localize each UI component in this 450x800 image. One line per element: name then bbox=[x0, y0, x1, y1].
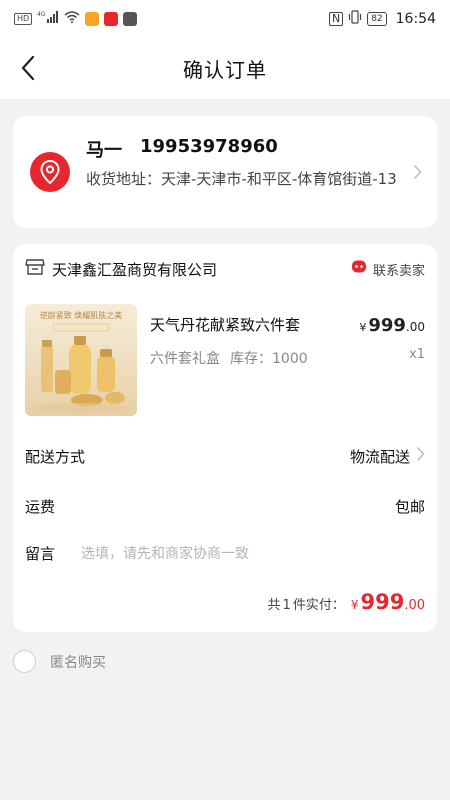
product-variant: 六件套礼盒 bbox=[150, 351, 220, 367]
delivery-method-value: 物流配送 bbox=[349, 447, 410, 466]
total-summary: 共 1 件实付： ¥ 999 .00 bbox=[268, 590, 425, 614]
shop-icon bbox=[25, 258, 45, 280]
battery-icon: 82 bbox=[367, 12, 387, 26]
app-notification-icon bbox=[123, 12, 138, 26]
price-currency-symbol: ¥ bbox=[359, 321, 367, 334]
vibrate-icon bbox=[348, 10, 362, 28]
wifi-icon bbox=[64, 11, 80, 27]
status-bar-right: N 82 16:54 bbox=[328, 10, 436, 28]
shipping-fee-value: 包邮 bbox=[394, 497, 425, 516]
total-count-prefix: 共 bbox=[267, 598, 281, 613]
contact-seller-label: 联系卖家 bbox=[372, 263, 425, 279]
chat-icon bbox=[351, 259, 367, 279]
contact-seller-button[interactable]: 联系卖家 bbox=[351, 259, 425, 279]
back-button[interactable] bbox=[12, 52, 44, 84]
product-image[interactable]: 逆龄紧致 焕耀肌肤之美 bbox=[25, 304, 137, 416]
total-integer: 999 bbox=[360, 590, 405, 614]
shipping-fee-label: 运费 bbox=[25, 497, 56, 516]
order-card: 天津鑫汇盈商贸有限公司 联系卖家 逆龄紧致 焕耀肌肤之美 天气丹花献紧致六件套 … bbox=[13, 244, 437, 632]
anonymous-radio[interactable] bbox=[13, 650, 36, 673]
chevron-right-icon bbox=[411, 164, 423, 180]
recipient-phone: 19953978960 bbox=[140, 136, 278, 157]
status-bar: HD 4G N 82 16:54 bbox=[0, 0, 450, 38]
page-title: 确认订单 bbox=[183, 58, 267, 82]
anonymous-purchase-option[interactable]: 匿名购买 bbox=[13, 650, 106, 673]
chevron-right-icon bbox=[416, 446, 425, 466]
app-notification-icon bbox=[104, 12, 119, 26]
total-count: 1 bbox=[282, 598, 291, 613]
address-text: 收货地址：天津-天津市-和平区-体育馆街道-13 bbox=[86, 170, 397, 188]
nfc-icon: N bbox=[328, 12, 344, 26]
location-pin-icon bbox=[30, 152, 70, 192]
shipping-fee-row: 运费 包邮 bbox=[25, 494, 425, 518]
hd-badge: HD bbox=[14, 13, 33, 25]
total-count-suffix: 件实付： bbox=[292, 598, 345, 613]
product-quantity: x1 bbox=[409, 347, 425, 362]
delivery-method-row[interactable]: 配送方式 物流配送 bbox=[25, 444, 425, 468]
product-image-caption: 逆龄紧致 焕耀肌肤之美 bbox=[40, 310, 123, 320]
price-integer: 999 bbox=[368, 315, 406, 336]
back-arrow-icon bbox=[21, 55, 35, 81]
total-currency-symbol: ¥ bbox=[350, 598, 359, 612]
anonymous-label: 匿名购买 bbox=[50, 654, 106, 671]
product-price: ¥ 999 .00 bbox=[359, 315, 425, 336]
nav-bar: 确认订单 bbox=[0, 38, 450, 100]
status-time: 16:54 bbox=[395, 11, 436, 27]
product-spec: 六件套礼盒 库存：1000 bbox=[150, 348, 308, 368]
note-label: 留言 bbox=[25, 544, 56, 563]
shop-info[interactable]: 天津鑫汇盈商贸有限公司 bbox=[25, 258, 217, 280]
shop-header: 天津鑫汇盈商贸有限公司 联系卖家 bbox=[25, 257, 425, 281]
status-bar-left: HD 4G bbox=[14, 11, 138, 27]
recipient-info: 马一 19953978960 bbox=[86, 136, 278, 162]
note-input[interactable]: 选填，请先和商家协商一致 bbox=[81, 543, 425, 563]
price-decimal: .00 bbox=[405, 320, 425, 334]
product-name: 天气丹花献紧致六件套 bbox=[150, 316, 301, 334]
shop-name: 天津鑫汇盈商贸有限公司 bbox=[52, 260, 218, 279]
total-price: ¥ 999 .00 bbox=[347, 590, 425, 614]
recipient-name: 马一 bbox=[86, 140, 122, 161]
app-notification-icon bbox=[85, 12, 100, 26]
total-decimal: .00 bbox=[404, 598, 425, 613]
signal-icon: 4G bbox=[37, 11, 59, 27]
note-row: 留言 选填，请先和商家协商一致 bbox=[25, 541, 425, 565]
delivery-method-label: 配送方式 bbox=[25, 447, 86, 466]
address-card[interactable]: 马一 19953978960 收货地址：天津-天津市-和平区-体育馆街道-13 bbox=[13, 116, 437, 228]
4g-label: 4G bbox=[37, 11, 46, 18]
product-stock: 库存：1000 bbox=[230, 351, 308, 367]
